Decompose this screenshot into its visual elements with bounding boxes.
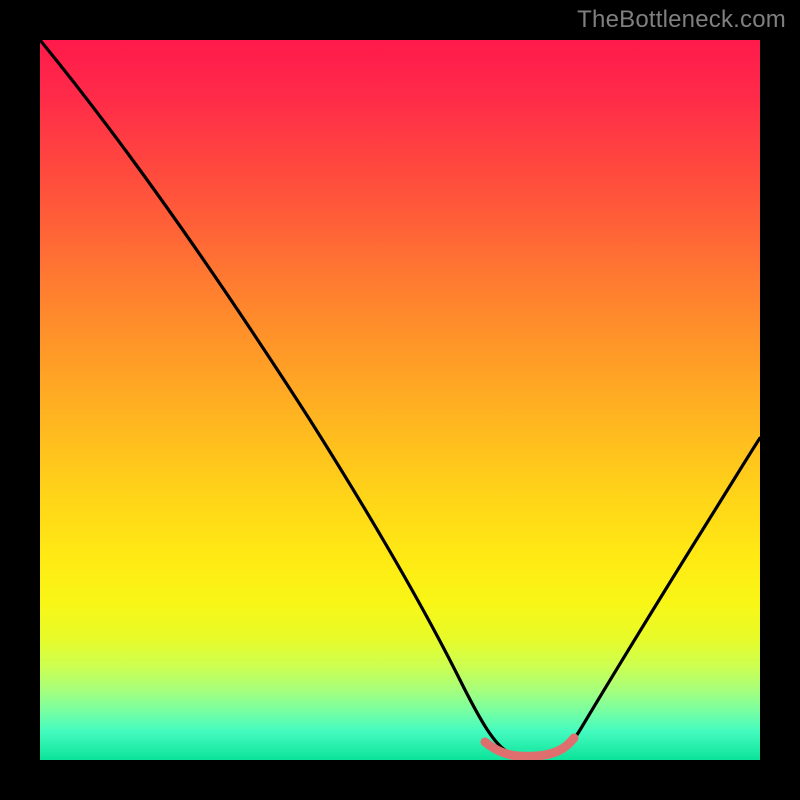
bottom-highlight xyxy=(485,738,574,756)
curve-layer xyxy=(40,40,760,760)
bottleneck-curve xyxy=(40,40,760,756)
chart-canvas: TheBottleneck.com xyxy=(0,0,800,800)
plot-area xyxy=(40,40,760,760)
watermark-text: TheBottleneck.com xyxy=(577,6,786,34)
